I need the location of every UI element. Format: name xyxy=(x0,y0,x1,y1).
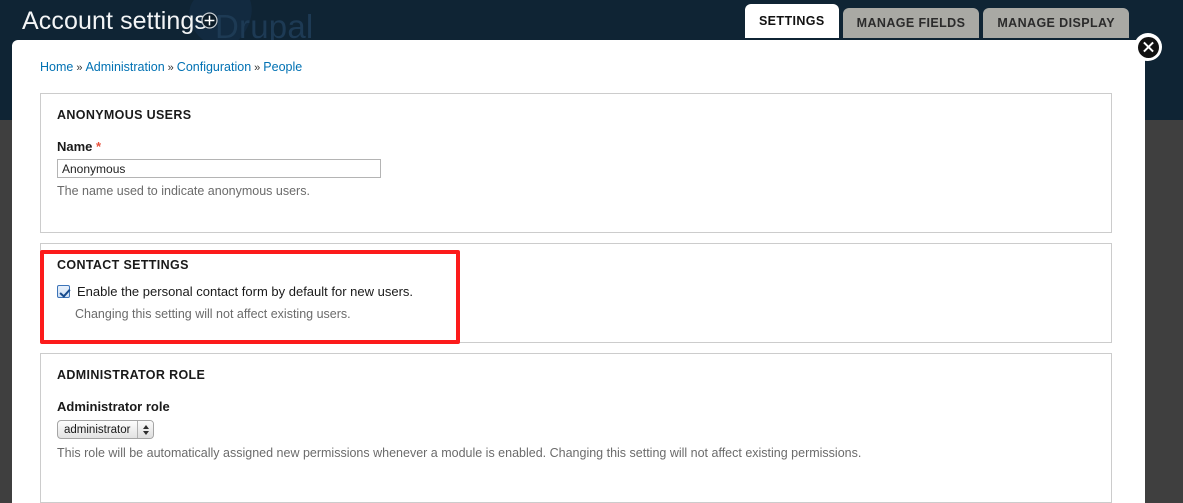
primary-tabs: SETTINGS MANAGE FIELDS MANAGE DISPLAY xyxy=(744,4,1129,38)
screen: Drupal Account settings SETTINGS MANAGE … xyxy=(0,0,1183,503)
breadcrumb-item-people[interactable]: People xyxy=(263,60,302,74)
administrator-role-description: This role will be automatically assigned… xyxy=(57,446,862,460)
chevron-up-icon xyxy=(142,424,149,429)
administrator-role-label: Administrator role xyxy=(57,399,170,414)
name-label-text: Name xyxy=(57,139,93,154)
fieldset-administrator-role: ADMINISTRATOR ROLE Administrator role ad… xyxy=(40,353,1112,503)
required-marker: * xyxy=(96,139,102,154)
breadcrumb-separator: » xyxy=(254,62,261,74)
tab-settings[interactable]: SETTINGS xyxy=(744,4,839,38)
contact-form-checkbox-label[interactable]: Enable the personal contact form by defa… xyxy=(77,284,413,299)
contact-settings-description: Changing this setting will not affect ex… xyxy=(75,307,351,321)
breadcrumb: Home» Administration» Configuration» People xyxy=(40,60,302,74)
fieldset-legend-administrator-role: ADMINISTRATOR ROLE xyxy=(57,368,206,382)
fieldset-contact-settings: CONTACT SETTINGS Enable the personal con… xyxy=(40,243,1112,343)
chevron-down-icon xyxy=(142,430,149,435)
breadcrumb-separator: » xyxy=(167,62,174,74)
fieldset-legend-contact-settings: CONTACT SETTINGS xyxy=(57,258,189,272)
administrator-role-select[interactable]: administrator xyxy=(57,420,155,439)
tab-manage-display[interactable]: MANAGE DISPLAY xyxy=(983,8,1129,38)
administrator-role-selected-value: administrator xyxy=(64,423,131,436)
breadcrumb-item-configuration[interactable]: Configuration xyxy=(177,60,251,74)
fieldset-anonymous-users: ANONYMOUS USERS Name * The name used to … xyxy=(40,93,1112,233)
contact-form-checkbox-row[interactable]: Enable the personal contact form by defa… xyxy=(57,284,413,299)
close-icon-glyph xyxy=(1137,36,1159,58)
select-stepper-arrows-icon[interactable] xyxy=(137,421,154,438)
page-title: Account settings xyxy=(22,7,208,35)
breadcrumb-item-administration[interactable]: Administration xyxy=(85,60,164,74)
contact-form-checkbox[interactable] xyxy=(57,285,70,298)
name-field-label: Name * xyxy=(57,139,101,154)
target-icon[interactable] xyxy=(201,12,218,29)
breadcrumb-separator: » xyxy=(76,62,83,74)
tab-manage-fields[interactable]: MANAGE FIELDS xyxy=(842,8,980,38)
settings-modal: Home» Administration» Configuration» People… xyxy=(12,40,1145,503)
close-icon[interactable] xyxy=(1134,33,1162,61)
breadcrumb-item-home[interactable]: Home xyxy=(40,60,73,74)
anonymous-name-input[interactable] xyxy=(57,159,381,178)
anonymous-name-description: The name used to indicate anonymous user… xyxy=(57,184,310,198)
fieldset-legend-anonymous-users: ANONYMOUS USERS xyxy=(57,108,192,122)
